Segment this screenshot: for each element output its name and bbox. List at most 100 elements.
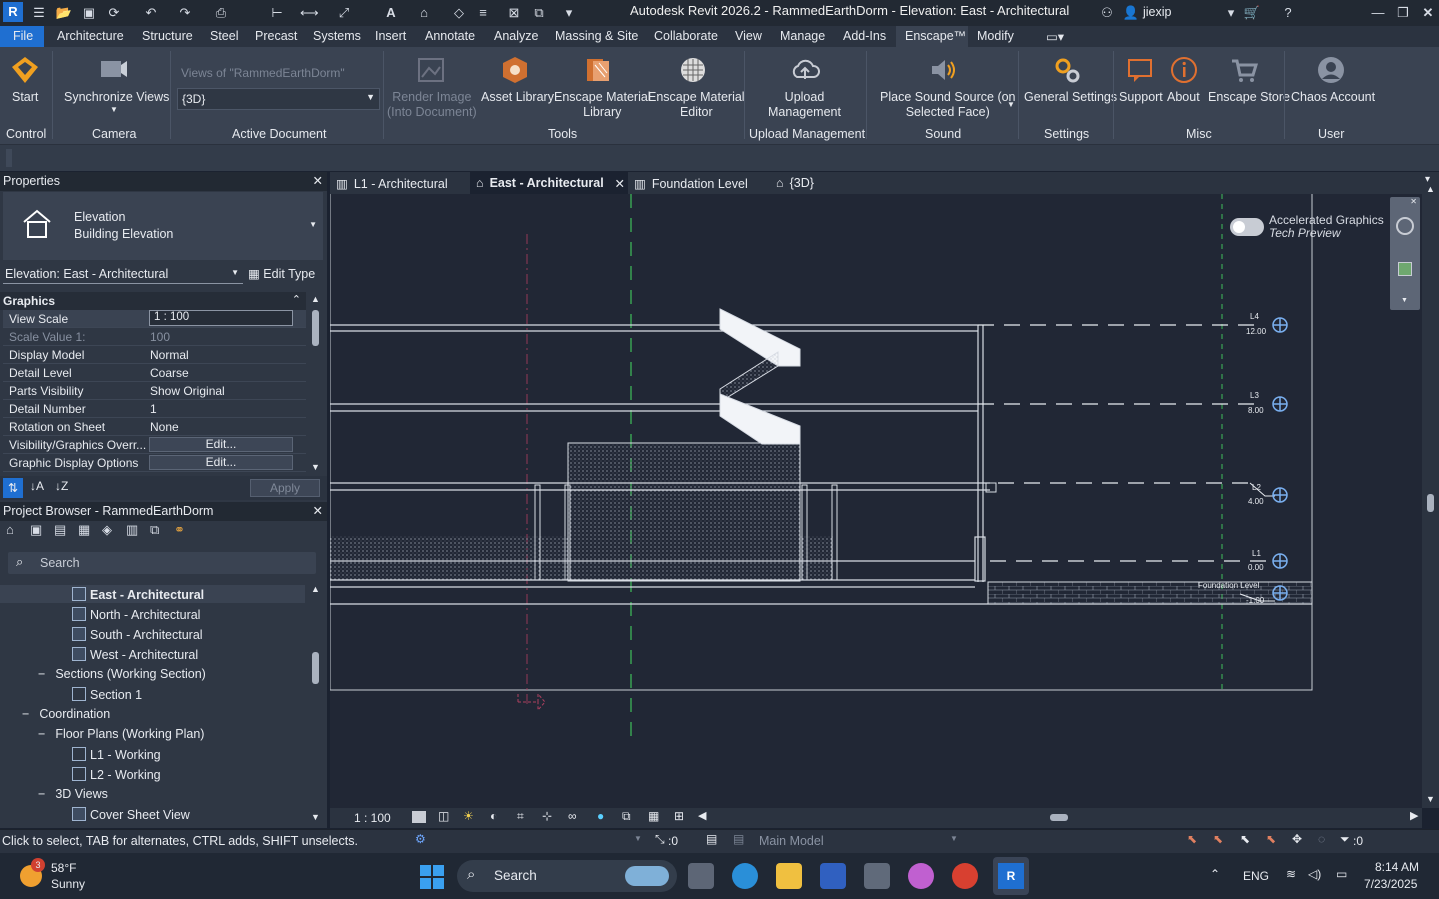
collapse-icon[interactable]: − [38,787,45,801]
level-elev-l2[interactable]: 4.00 [1248,497,1264,506]
chevron-down-icon[interactable]: ▼ [634,834,642,843]
steering-wheel-icon[interactable] [1396,217,1414,235]
wifi-icon[interactable]: ≋ [1286,867,1296,881]
view-vertical-scrollbar[interactable]: ▲ ▼ [1422,184,1439,808]
start-button[interactable]: Start [12,90,38,105]
weather-temp[interactable]: 58°F [51,861,76,875]
view-scale[interactable]: 1 : 100 [354,811,391,825]
speaker-icon[interactable] [928,55,958,85]
prop-row-rotation[interactable]: Rotation on Sheet None [3,418,306,436]
tag-icon[interactable]: ⤢ [335,4,353,22]
tree-item-3d-views[interactable]: −3D Views [38,787,108,801]
chevron-down-icon[interactable]: ▾ [1222,4,1240,22]
level-name-l1[interactable]: L1 [1252,549,1261,558]
undo-icon[interactable]: ↶ [142,4,160,22]
background-process-icon[interactable]: ◌ [1318,832,1325,846]
close-icon[interactable]: ✕ [1419,4,1437,22]
about-button[interactable]: About [1167,90,1200,105]
cart-icon[interactable]: 🛒 [1243,4,1261,22]
menu-systems[interactable]: Systems [313,29,361,43]
edit-type-button[interactable]: ▦ Edit Type [248,266,315,281]
browser-scroll-thumb[interactable] [312,652,319,684]
workset-icon[interactable]: ⤡ [655,832,665,847]
prop-row-detail-level[interactable]: Detail Level Coarse [3,364,306,382]
cloud-upload-icon[interactable] [790,55,820,85]
weather-desc[interactable]: Sunny [51,877,85,891]
tree-item-floor-plans[interactable]: − Floor Plans (Working Plan) [38,727,204,741]
sync-icon[interactable]: ⟳ [105,4,123,22]
sun-path-icon[interactable]: ☀ [463,809,474,823]
menu-view[interactable]: View [735,29,762,43]
analytical-icon[interactable]: ▦ [648,809,659,823]
zoom-region-icon[interactable] [1398,262,1412,276]
tree-item-l1-working[interactable]: L1 - Working [72,747,161,762]
place-sound-button[interactable]: Place Sound Source (on Selected Face) [880,90,1016,120]
store-icon[interactable] [820,863,846,889]
tree-item-east[interactable]: East - Architectural [72,587,204,602]
detail-level-icon[interactable] [412,811,426,823]
tab-east-architectural[interactable]: ⌂ East - Architectural ✕ [470,172,628,194]
prop-row-view-scale[interactable]: View Scale 1 : 100 [3,310,306,328]
level-elev-l3[interactable]: 8.00 [1248,406,1264,415]
sync-views-button[interactable]: Synchronize Views [64,90,169,105]
collapse-icon[interactable]: − [38,667,45,681]
filter-icon[interactable]: ⏷ [1340,832,1350,847]
home-view-icon[interactable]: ⌂ [415,4,433,22]
crop-view-icon[interactable]: ⌗ [517,809,524,824]
tree-item-north[interactable]: North - Architectural [72,607,200,622]
chrome-icon[interactable] [952,863,978,889]
design-options-icon[interactable]: ▤ [706,832,717,846]
switch-windows-icon[interactable]: ⧉ [530,4,548,22]
scroll-up-icon[interactable]: ▲ [311,584,320,594]
level-name-foundation[interactable]: Foundation Level [1198,581,1259,590]
drawing-canvas[interactable]: L4 12.00 L3 8.00 L2 4.00 L1 0.00 Foundat… [330,194,1422,808]
collapse-icon[interactable]: − [38,727,45,741]
sort-za-icon[interactable]: ↓Z [55,479,68,493]
level-elev-foundation[interactable]: -1.00 [1246,596,1264,605]
windows-start-icon[interactable] [420,865,444,889]
scroll-right-icon[interactable]: ▶ [1410,809,1418,822]
select-by-face-icon[interactable]: ⬉ [1266,832,1276,846]
browser-search-field[interactable]: ⌕ Search [8,552,316,574]
measure-icon[interactable]: ⊢ [268,4,286,22]
browser-groups-icon[interactable]: ▥ [126,522,138,538]
prop-row-display-model[interactable]: Display Model Normal [3,346,306,364]
menu-addins[interactable]: Add-Ins [843,29,886,43]
clock-time[interactable]: 8:14 AM [1375,860,1419,874]
upload-management-button[interactable]: Upload Management [768,90,841,120]
store-cart-icon[interactable] [1229,55,1259,85]
user-icon[interactable]: 👤 [1122,4,1140,22]
main-model[interactable]: Main Model [759,834,824,848]
menu-modify[interactable]: Modify [977,29,1014,43]
collapse-icon[interactable]: − [22,707,29,721]
help-icon[interactable]: ? [1279,4,1297,22]
scroll-down-icon[interactable]: ▼ [1426,794,1435,804]
gdo-edit-button[interactable]: Edit... [149,455,293,470]
editable-icon[interactable]: ▤ [733,832,744,846]
vg-edit-button[interactable]: Edit... [149,437,293,452]
text-icon[interactable]: A [382,4,400,22]
level-elev-l4[interactable]: 12.00 [1246,327,1266,336]
view-vscroll-thumb[interactable] [1427,494,1434,512]
tray-chevron-icon[interactable]: ⌃ [1210,867,1220,881]
select-links-icon[interactable]: ⬉ [1187,832,1197,846]
open-icon[interactable]: 📂 [55,4,73,22]
type-selector[interactable]: Elevation Building Elevation ▼ [3,192,323,260]
browser-schedules-icon[interactable]: ▦ [78,522,90,538]
visual-style-icon[interactable]: ◫ [438,809,449,823]
browser-scrollbar[interactable]: ▲ ▼ [309,584,323,828]
menu-annotate[interactable]: Annotate [425,29,475,43]
instance-selector[interactable]: Elevation: East - Architectural ▼ [3,264,243,284]
view-select[interactable]: {3D} ▼ [177,88,380,110]
menu-manage[interactable]: Manage [780,29,825,43]
browser-sheets-icon[interactable]: ▤ [54,522,66,538]
menu-enscape[interactable]: Enscape™ [905,29,966,43]
temp-hide-icon[interactable]: ∞ [568,809,577,823]
level-elev-l1[interactable]: 0.00 [1248,563,1264,572]
shadows-icon[interactable]: ◐ [490,809,497,823]
section-icon[interactable]: ◇ [450,4,468,22]
account-icon[interactable] [1316,55,1346,85]
battery-icon[interactable]: ▭ [1336,867,1347,881]
asset-library-icon[interactable] [500,55,530,85]
view-hscroll-thumb[interactable] [1050,814,1068,821]
